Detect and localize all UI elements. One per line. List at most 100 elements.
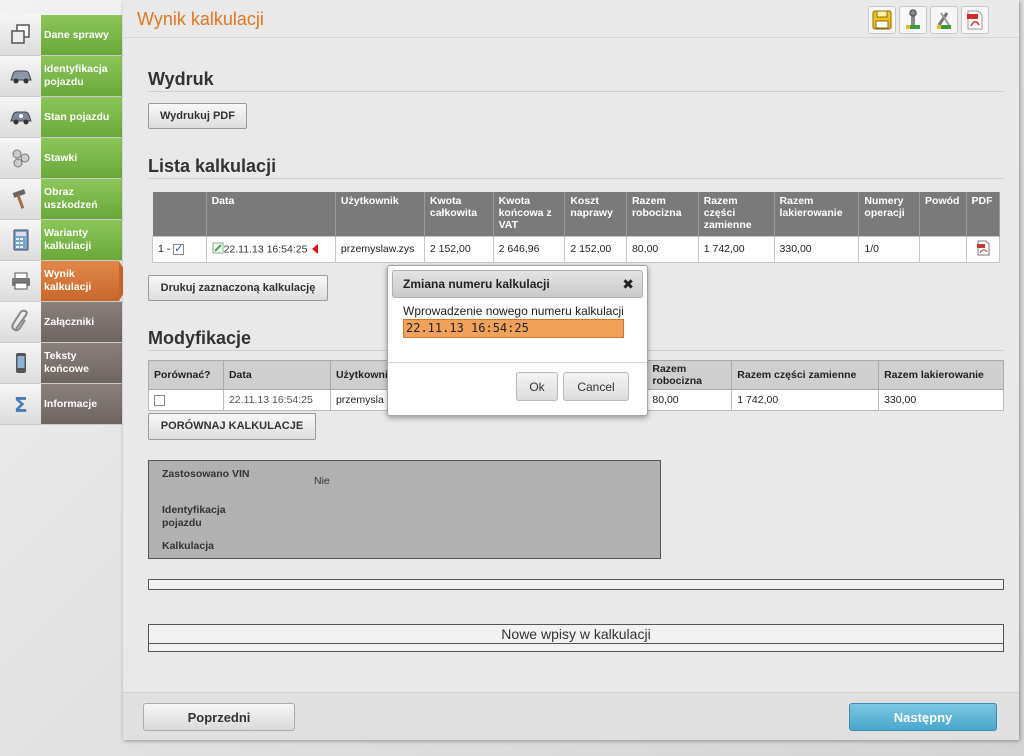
save-icon[interactable]: [868, 6, 896, 34]
col-header: Data: [222, 360, 331, 390]
col-header: Razem robocizna: [626, 192, 699, 236]
close-icon[interactable]: ✖: [622, 276, 634, 293]
print-selected-button[interactable]: Drukuj zaznaczoną kalkulację: [148, 275, 328, 301]
tools-icon[interactable]: [930, 6, 958, 34]
lakier-cell: 330,00: [773, 235, 860, 263]
row-checkbox[interactable]: [173, 242, 185, 255]
info-box: Zastosowano VIN Nie Identyfikacja pojazd…: [148, 460, 661, 559]
empty-bar: [148, 579, 1004, 590]
sidebar-item-wynik-kalkulacji[interactable]: Wynik kalkulacji: [0, 261, 131, 302]
section-heading-wydruk: Wydruk: [148, 69, 214, 89]
printer-icon: [0, 261, 41, 301]
koszt-cell: 2 152,00: [564, 235, 627, 263]
page-title: Wynik kalkulacji: [137, 9, 264, 29]
divider: [148, 178, 1004, 179]
col-header: Kwota całkowita: [424, 192, 494, 236]
pdf-icon[interactable]: [961, 6, 989, 34]
toolbar: [868, 6, 989, 34]
date-value: 22.11.13 16:54:25: [223, 242, 308, 255]
sidebar-item-dane-sprawy[interactable]: Dane sprawy: [0, 15, 124, 56]
vin-label: Zastosowano VIN: [162, 468, 250, 480]
divider: [388, 362, 647, 363]
header: Wynik kalkulacji: [123, 0, 1019, 38]
sidebar-item-zalaczniki[interactable]: Załączniki: [0, 302, 124, 343]
robocizna-cell: 80,00: [625, 235, 699, 263]
col-header: Razem robocizna: [646, 360, 733, 390]
previous-button[interactable]: Poprzedni: [143, 703, 295, 731]
col-header: [152, 192, 207, 236]
compare-checkbox[interactable]: [154, 394, 165, 406]
edit-icon[interactable]: [212, 242, 224, 257]
col-header: PDF: [966, 192, 1001, 236]
car-state-icon: [0, 97, 41, 137]
ident-label: Identyfikacja pojazdu: [162, 504, 226, 529]
paperclip-icon: [0, 302, 41, 342]
kwota-vat-cell: 2 646,96: [492, 235, 566, 263]
arrow-left-icon: [312, 244, 319, 254]
date-cell[interactable]: 22.11.13 16:54:25: [205, 235, 336, 263]
powod-cell: [919, 235, 967, 263]
hammer-icon: [0, 179, 41, 219]
sidebar-item-informacje[interactable]: Σ Informacje: [0, 384, 124, 425]
kwota-calkowita-cell: 2 152,00: [423, 235, 494, 263]
row-number: 1 -: [158, 243, 171, 255]
sidebar-item-label: Wynik kalkulacji: [41, 261, 119, 301]
table-row[interactable]: 1 - 22.11.13 16:54:25 przemyslaw.zys 2 1…: [152, 235, 1001, 263]
dialog-label: Wprowadzenie nowego numeru kalkulacji: [403, 304, 624, 318]
rename-dialog: Zmiana numeru kalkulacji ✖ Wprowadzenie …: [387, 265, 648, 416]
calculation-list-table: Data Użytkownik Kwota całkowita Kwota ko…: [152, 192, 1001, 263]
next-button[interactable]: Następny: [849, 703, 997, 731]
section-heading-lista: Lista kalkulacji: [148, 156, 277, 176]
czesci-cell: 1 742,00: [731, 389, 880, 411]
sidebar-item-stawki[interactable]: Stawki: [0, 138, 124, 179]
sidebar-item-label: Warianty kalkulacji: [41, 220, 122, 260]
sidebar-item-label: Załączniki: [41, 302, 122, 342]
sidebar-item-stan-pojazdu[interactable]: Stan pojazdu: [0, 97, 124, 138]
calculator-icon: [0, 220, 41, 260]
sigma-icon: Σ: [0, 384, 41, 424]
cancel-button[interactable]: Cancel: [563, 372, 629, 401]
kalk-label: Kalkulacja: [162, 540, 214, 552]
sidebar-item-label: Stawki: [41, 138, 122, 178]
sidebar-item-label: Stan pojazdu: [41, 97, 122, 137]
dialog-title: Zmiana numeru kalkulacji: [403, 277, 550, 291]
col-header: Razem lakierowanie: [878, 360, 1004, 390]
czesci-cell: 1 742,00: [697, 235, 775, 263]
phone-icon: [0, 343, 41, 383]
calculation-number-input[interactable]: 22.11.13 16:54:25: [403, 319, 624, 338]
divider: [148, 91, 1004, 92]
sidebar-item-teksty-koncowe[interactable]: Teksty końcowe: [0, 343, 124, 384]
dialog-titlebar[interactable]: Zmiana numeru kalkulacji ✖: [392, 270, 643, 298]
new-entries-box: Nowe wpisy w kalkulacji: [148, 624, 1004, 652]
sidebar-item-label: Informacje: [41, 384, 122, 424]
sidebar-item-identyfikacja[interactable]: Identyfikacja pojazdu: [0, 56, 124, 97]
col-header: Kwota końcowa z VAT: [493, 192, 566, 236]
sidebar: Dane sprawy Identyfikacja pojazdu Stan p…: [0, 15, 131, 425]
wrench-icon[interactable]: [899, 6, 927, 34]
col-header: Razem części zamienne: [731, 360, 880, 390]
sidebar-item-label: Obraz uszkodzeń: [41, 179, 122, 219]
new-entries-label: Nowe wpisy w kalkulacji: [149, 625, 1003, 644]
col-header: Użytkownik: [335, 192, 425, 236]
compare-button[interactable]: PORÓWNAJ KALKULACJE: [148, 413, 316, 440]
ok-button[interactable]: Ok: [516, 372, 558, 401]
car-icon: [0, 56, 41, 96]
date-cell: 22.11.13 16:54:25: [222, 389, 331, 411]
footer: Poprzedni Następny: [123, 692, 1019, 740]
user-cell: przemyslaw.zys: [334, 235, 425, 263]
vin-value: Nie: [314, 475, 330, 487]
robocizna-cell: 80,00: [646, 389, 733, 411]
compare-cell[interactable]: [148, 389, 224, 411]
coins-icon: [0, 138, 41, 178]
pdf-icon[interactable]: [975, 240, 991, 259]
row-select-cell[interactable]: 1 -: [152, 235, 207, 263]
print-pdf-button[interactable]: Wydrukuj PDF: [148, 103, 247, 129]
sidebar-item-label: Teksty końcowe: [41, 343, 122, 383]
sidebar-item-obraz-uszkodzen[interactable]: Obraz uszkodzeń: [0, 179, 124, 220]
pdf-cell[interactable]: [965, 235, 1001, 263]
sidebar-item-label: Identyfikacja pojazdu: [41, 56, 122, 96]
col-header: Razem lakierowanie: [774, 192, 860, 236]
operacje-cell: 1/0: [858, 235, 921, 263]
sidebar-item-warianty[interactable]: Warianty kalkulacji: [0, 220, 124, 261]
col-header: Koszt naprawy: [564, 192, 627, 236]
